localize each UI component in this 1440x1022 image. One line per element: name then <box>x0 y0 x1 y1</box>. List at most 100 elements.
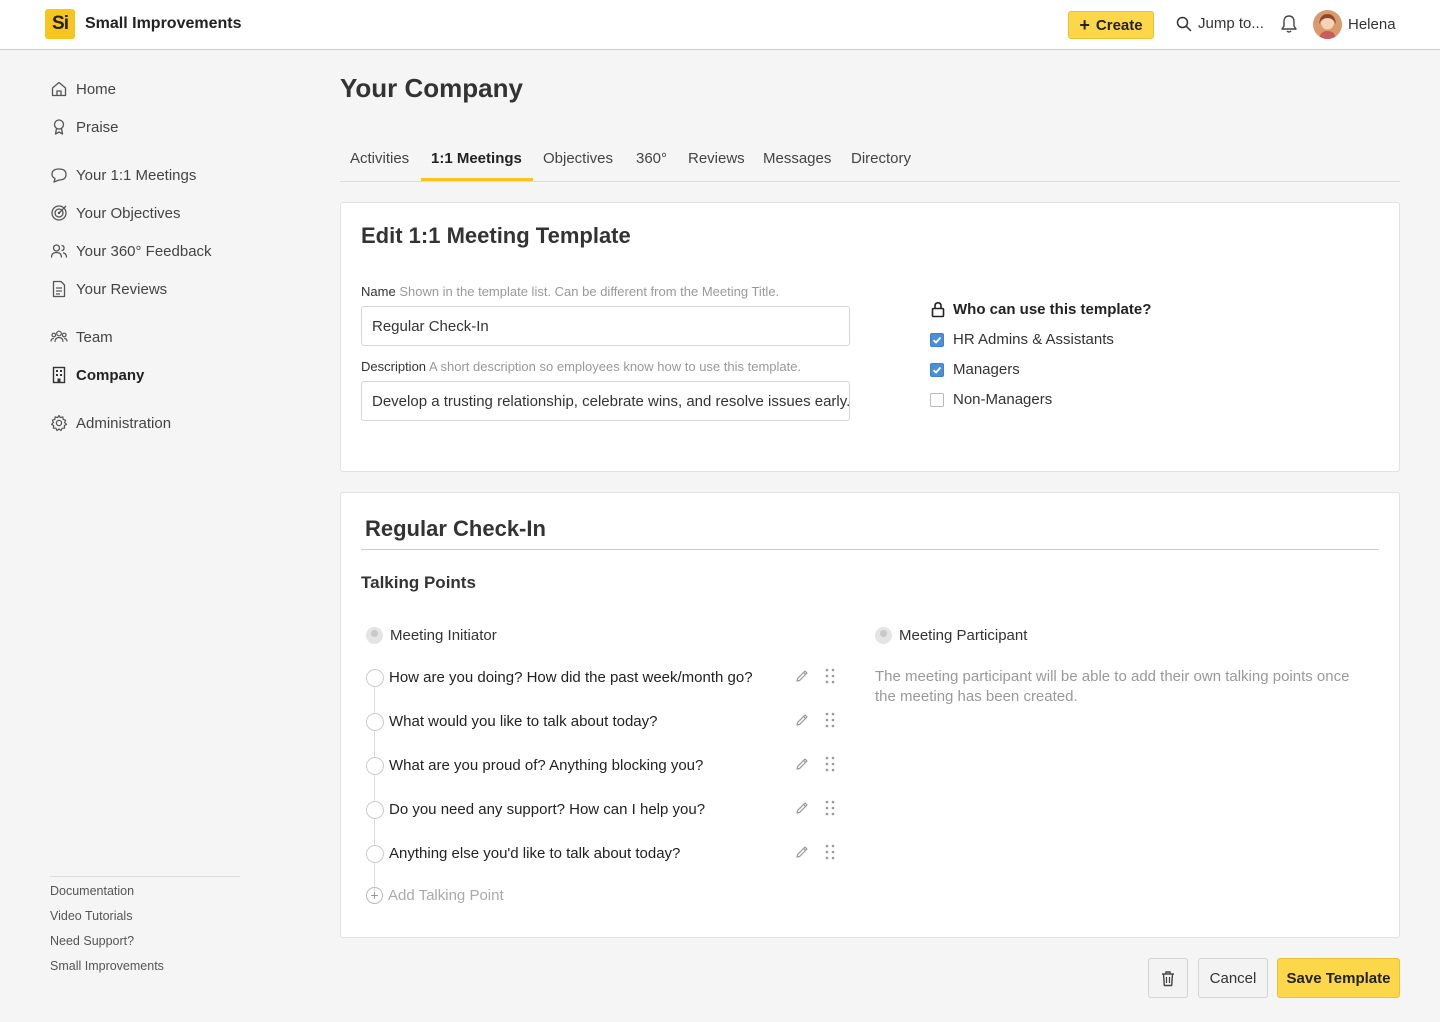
app-title[interactable]: Small Improvements <box>85 15 242 33</box>
tab-360[interactable]: 360° <box>636 150 667 167</box>
avatar[interactable] <box>1313 10 1342 39</box>
save-template-button[interactable]: Save Template <box>1277 958 1400 998</box>
sidebar-divider <box>50 876 240 877</box>
gear-icon <box>50 414 68 432</box>
description-label: Description <box>361 359 427 374</box>
talking-point-text: What are you proud of? Anything blocking… <box>389 757 704 774</box>
description-hint: A short description so employees know ho… <box>428 359 802 374</box>
drag-handle-icon[interactable] <box>824 667 836 685</box>
sidebar-item-label: Team <box>76 328 113 346</box>
sidebar-item-home[interactable]: Home <box>50 79 116 99</box>
bell-icon[interactable] <box>1280 14 1298 34</box>
sidebar-item-label: Your Reviews <box>76 280 168 298</box>
talking-point-text: How are you doing? How did the past week… <box>389 669 753 686</box>
talking-point-bullet <box>366 845 384 863</box>
talking-point-bullet <box>366 713 384 731</box>
ribbon-icon <box>53 119 65 135</box>
drag-handle-icon[interactable] <box>824 799 836 817</box>
sidebar-item-your-objectives[interactable]: Your Objectives <box>50 203 181 223</box>
pencil-icon[interactable] <box>794 712 810 728</box>
permission-hr-admins[interactable]: HR Admins & Assistants <box>930 331 1114 348</box>
permission-label: Non-Managers <box>953 391 1053 408</box>
name-label: Name <box>361 284 396 299</box>
sidebar-item-label: Administration <box>76 414 172 432</box>
name-input[interactable]: Regular Check-In <box>361 306 850 346</box>
pencil-icon[interactable] <box>794 800 810 816</box>
chat-icon <box>51 168 67 183</box>
permissions-title: Who can use this template? <box>953 301 1152 318</box>
permission-label: HR Admins & Assistants <box>953 331 1114 348</box>
delete-template-button[interactable] <box>1148 958 1188 998</box>
drag-handle-icon[interactable] <box>824 843 836 861</box>
create-label: Create <box>1095 16 1143 34</box>
footer-link-video-tutorials[interactable]: Video Tutorials <box>50 909 132 923</box>
add-talking-point-label: Add Talking Point <box>388 887 504 904</box>
check-icon <box>932 366 942 374</box>
footer-link-need-support[interactable]: Need Support? <box>50 934 134 948</box>
user-avatar-icon <box>875 627 892 644</box>
talking-point-text: What would you like to talk about today? <box>389 713 658 730</box>
pencil-icon[interactable] <box>794 844 810 860</box>
document-icon <box>52 280 66 298</box>
sidebar-item-your-reviews[interactable]: Your Reviews <box>50 279 167 299</box>
jump-to-search[interactable]: Jump to... <box>1176 15 1264 32</box>
create-button[interactable]: + Create <box>1068 11 1154 39</box>
description-field-label: Description A short description so emplo… <box>361 359 801 374</box>
plus-circle-icon: + <box>366 887 383 904</box>
user-avatar-icon <box>366 627 383 644</box>
people-icon <box>50 244 68 258</box>
initiator-label: Meeting Initiator <box>390 627 497 644</box>
pencil-icon[interactable] <box>794 668 810 684</box>
sidebar-item-your-360-feedback[interactable]: Your 360° Feedback <box>50 241 212 261</box>
preview-title: Regular Check-In <box>365 516 546 541</box>
name-field-label: Name Shown in the template list. Can be … <box>361 284 779 299</box>
sidebar-item-company[interactable]: Company <box>50 365 144 385</box>
user-name[interactable]: Helena <box>1348 16 1396 33</box>
target-icon <box>51 205 67 221</box>
tab-reviews[interactable]: Reviews <box>688 150 745 167</box>
talking-point-item: How are you doing? How did the past week… <box>366 666 846 690</box>
check-icon <box>932 336 942 344</box>
tab-objectives[interactable]: Objectives <box>543 150 613 167</box>
sidebar-item-label: Your Objectives <box>76 204 181 222</box>
sidebar-item-label: Home <box>76 80 117 98</box>
name-hint: Shown in the template list. Can be diffe… <box>399 284 780 299</box>
sidebar-item-administration[interactable]: Administration <box>50 413 171 433</box>
participant-note: The meeting participant will be able to … <box>875 668 1350 705</box>
active-tab-indicator <box>421 178 533 181</box>
footer-link-documentation[interactable]: Documentation <box>50 884 134 898</box>
tab-bar: Activities 1:1 Meetings Objectives 360° … <box>340 142 1400 182</box>
drag-handle-icon[interactable] <box>824 711 836 729</box>
permission-managers[interactable]: Managers <box>930 361 1020 378</box>
sidebar-item-team[interactable]: Team <box>50 327 113 347</box>
tab-activities[interactable]: Activities <box>350 150 409 167</box>
top-bar: Si Small Improvements + Create Jump to..… <box>0 0 1440 50</box>
checkbox-managers[interactable] <box>930 362 944 377</box>
footer-link-small-improvements[interactable]: Small Improvements <box>50 959 164 973</box>
participant-label: Meeting Participant <box>899 627 1028 644</box>
talking-point-bullet <box>366 669 384 687</box>
description-input[interactable]: Develop a trusting relationship, celebra… <box>361 381 850 421</box>
tab-1-1-meetings[interactable]: 1:1 Meetings <box>431 150 522 167</box>
checkbox-non-managers[interactable] <box>930 392 944 407</box>
talking-point-item: What would you like to talk about today? <box>366 710 846 734</box>
tab-directory[interactable]: Directory <box>851 150 911 167</box>
sidebar-item-label: Praise <box>76 118 119 136</box>
jump-label: Jump to... <box>1198 15 1264 32</box>
add-talking-point-button[interactable]: + Add Talking Point <box>366 887 504 904</box>
tab-messages[interactable]: Messages <box>763 150 831 167</box>
permission-non-managers[interactable]: Non-Managers <box>930 391 1052 408</box>
team-icon <box>50 330 68 343</box>
talking-point-text: Do you need any support? How can I help … <box>389 801 706 818</box>
cancel-button[interactable]: Cancel <box>1198 958 1268 998</box>
checkbox-hr-admins[interactable] <box>930 332 944 347</box>
sidebar-item-your-meetings[interactable]: Your 1:1 Meetings <box>50 165 196 185</box>
pencil-icon[interactable] <box>794 756 810 772</box>
preview-title-divider <box>361 549 1379 550</box>
app-logo[interactable]: Si <box>45 9 75 39</box>
sidebar-item-praise[interactable]: Praise <box>50 117 119 137</box>
plus-icon: + <box>1079 15 1090 35</box>
talking-point-item: Do you need any support? How can I help … <box>366 798 846 822</box>
talking-point-text: Anything else you'd like to talk about t… <box>389 845 681 862</box>
drag-handle-icon[interactable] <box>824 755 836 773</box>
